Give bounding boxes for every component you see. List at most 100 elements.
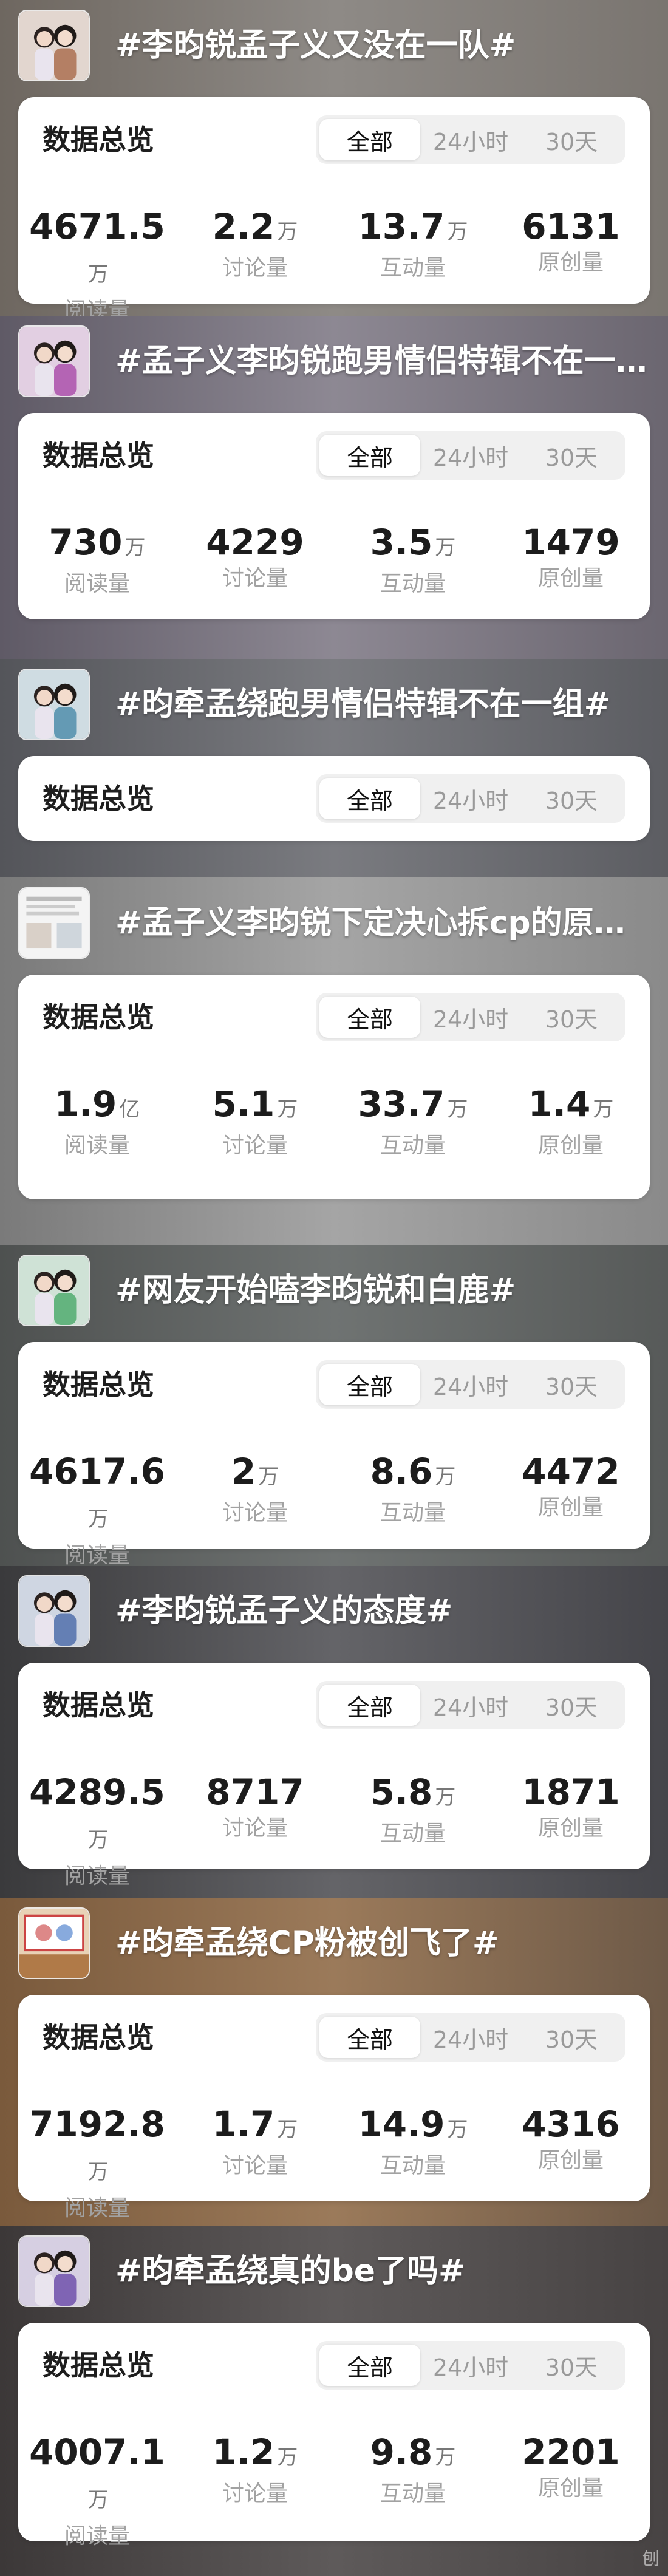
topic-thumbnail[interactable] (18, 1907, 90, 1979)
tab-24h[interactable]: 24小时 (420, 119, 521, 160)
stat-number: 9.8 (370, 2431, 433, 2473)
tab-all[interactable]: 全部 (319, 2345, 420, 2386)
stat-item: 9.8 万互动量 (334, 2431, 492, 2552)
stats-row: 7192.8万 阅读量 1.7 万讨论量 14.9 万互动量 4316 原创量 (18, 2103, 650, 2224)
topic-thumbnail[interactable] (18, 669, 90, 740)
drawing-photo-icon (19, 1909, 89, 1978)
stat-number: 1871 (522, 1771, 620, 1813)
stat-item: 5.8 万互动量 (334, 1771, 492, 1892)
stat-item: 1.9 亿阅读量 (18, 1083, 176, 1161)
tab-24h[interactable]: 24小时 (420, 1364, 521, 1405)
tab-all[interactable]: 全部 (319, 997, 420, 1038)
tab-all[interactable]: 全部 (319, 1364, 420, 1405)
stat-unit: 万 (88, 262, 109, 287)
corner-watermark: 刨 (642, 2549, 659, 2569)
tab-24h[interactable]: 24小时 (420, 435, 521, 476)
time-range-tabs: 全部 24小时 30天 (316, 2341, 625, 2390)
topic-thumbnail[interactable] (18, 1255, 90, 1326)
stat-label: 互动量 (380, 1501, 446, 1525)
topic-title[interactable]: #李昀锐孟子义的态度# (115, 1584, 650, 1638)
tab-30d[interactable]: 30天 (521, 1685, 622, 1726)
stat-number: 8.6 (370, 1451, 433, 1492)
stat-item: 4316 原创量 (492, 2103, 650, 2224)
stat-value: 6131 (492, 205, 650, 248)
topic-thumbnail[interactable] (18, 887, 90, 959)
topic-title[interactable]: #网友开始嗑李昀锐和白鹿# (115, 1263, 650, 1318)
document-screenshot-icon (19, 888, 89, 958)
stat-value: 4289.5 万 (18, 1771, 176, 1861)
stat-unit: 万 (447, 2118, 468, 2142)
tab-24h[interactable]: 24小时 (420, 1685, 521, 1726)
stat-label: 原创量 (537, 1816, 604, 1841)
stat-number: 4229 (206, 522, 304, 563)
stat-number: 13.7 (358, 206, 445, 247)
overview-title: 数据总览 (43, 782, 154, 815)
stat-number: 4617.6 (29, 1451, 165, 1492)
stat-label: 阅读量 (64, 571, 130, 596)
stat-item: 7192.8 万 阅读量 (18, 2103, 176, 2224)
data-overview-card: 数据总览 全部 24小时 30天 4671.5万 阅读量 2.2 万讨论量 13.7 万互动量 61… (18, 97, 650, 316)
time-range-tabs: 全部 24小时 30天 (316, 993, 625, 1041)
topic-thumbnail[interactable] (18, 2235, 90, 2307)
stat-value: 4472 (492, 1450, 650, 1493)
stat-item: 13.7 万互动量 (334, 205, 492, 316)
stat-number: 8717 (206, 1771, 304, 1813)
overview-title: 数据总览 (43, 1689, 154, 1722)
stat-item: 1.2 万讨论量 (176, 2431, 334, 2552)
stat-value: 4007.1 万 (18, 2431, 176, 2521)
tab-24h[interactable]: 24小时 (420, 778, 521, 819)
stat-unit: 万 (124, 536, 146, 560)
stat-unit: 万 (435, 1785, 456, 1810)
stats-row: 730 万阅读量 4229 讨论量 3.5 万互动量 1479 原创量 (18, 521, 650, 599)
stat-item: 8.6 万互动量 (334, 1450, 492, 1566)
topic-title[interactable]: #孟子义李昀锐下定决心拆cp的原因# (115, 896, 650, 950)
stat-label: 阅读量 (64, 2196, 130, 2221)
tab-all[interactable]: 全部 (319, 2017, 420, 2058)
time-range-tabs: 全部 24小时 30天 (316, 115, 625, 164)
stat-unit: 万 (277, 2445, 298, 2470)
tab-30d[interactable]: 30天 (521, 435, 622, 476)
tab-30d[interactable]: 30天 (521, 1364, 622, 1405)
stat-label: 讨论量 (222, 2481, 288, 2506)
tab-all[interactable]: 全部 (319, 435, 420, 476)
couple-photo-icon (19, 11, 89, 80)
topic-title[interactable]: #李昀锐孟子义又没在一队# (115, 18, 650, 73)
tab-all[interactable]: 全部 (319, 778, 420, 819)
time-range-tabs: 全部 24小时 30天 (316, 2013, 625, 2062)
topic-section: #李昀锐孟子义的态度# 数据总览 全部 24小时 30天 4289.5 万 阅读量 8717 讨论… (0, 1566, 668, 1898)
tab-24h[interactable]: 24小时 (420, 997, 521, 1038)
topic-thumbnail[interactable] (18, 325, 90, 397)
tab-30d[interactable]: 30天 (521, 2017, 622, 2058)
tab-all[interactable]: 全部 (319, 1685, 420, 1726)
stat-number: 2 (231, 1451, 256, 1492)
data-overview-card: 数据总览 全部 24小时 30天 (18, 756, 650, 841)
stat-number: 1.7 (212, 2104, 275, 2145)
tab-24h[interactable]: 24小时 (420, 2345, 521, 2386)
topic-thumbnail[interactable] (18, 1575, 90, 1647)
tab-30d[interactable]: 30天 (521, 2345, 622, 2386)
stat-item: 2.2 万讨论量 (176, 205, 334, 316)
stat-label: 讨论量 (222, 1816, 288, 1841)
stats-row: 4617.6万 阅读量 2 万讨论量 8.6 万互动量 4472 原创量 (18, 1450, 650, 1566)
topic-title[interactable]: #昀牵孟绕CP粉被创飞了# (115, 1916, 650, 1971)
topic-thumbnail[interactable] (18, 10, 90, 81)
tab-30d[interactable]: 30天 (521, 778, 622, 819)
topic-title[interactable]: #昀牵孟绕跑男情侣特辑不在一组# (115, 677, 650, 732)
stat-value: 8.6 万 (334, 1450, 492, 1498)
tab-24h[interactable]: 24小时 (420, 2017, 521, 2058)
couple-photo-icon (19, 327, 89, 396)
stat-label: 原创量 (537, 250, 604, 275)
stat-item: 730 万阅读量 (18, 521, 176, 599)
tab-30d[interactable]: 30天 (521, 997, 622, 1038)
topic-title[interactable]: #孟子义李昀锐跑男情侣特辑不在一... (115, 334, 650, 389)
tab-30d[interactable]: 30天 (521, 119, 622, 160)
stat-number: 4671.5 (29, 206, 165, 247)
stat-value: 1.9 亿 (18, 1083, 176, 1131)
stat-value: 2万 (176, 1450, 334, 1498)
stat-label: 阅读量 (64, 1543, 130, 1566)
stat-value: 730 万 (18, 521, 176, 569)
tab-all[interactable]: 全部 (319, 119, 420, 160)
data-overview-card: 数据总览 全部 24小时 30天 4289.5万 阅读量 8717 讨论量 5.8 万互动量 187… (18, 1663, 650, 1889)
topic-title[interactable]: #昀牵孟绕真的be了吗# (115, 2244, 650, 2298)
stat-value: 5.8 万 (334, 1771, 492, 1819)
